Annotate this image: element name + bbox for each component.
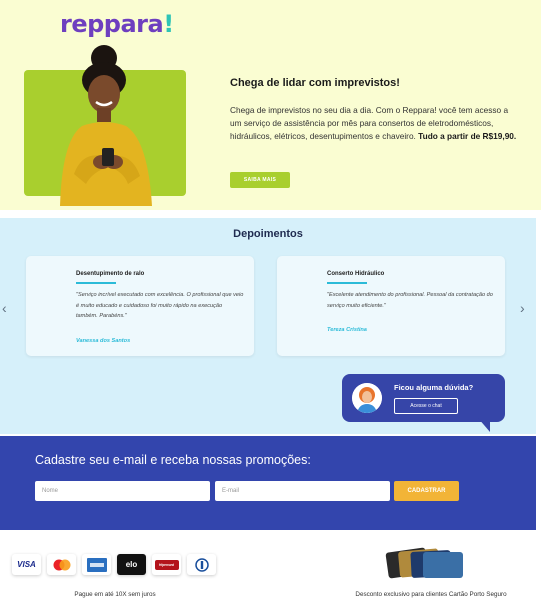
testimonial-title-underline [76, 282, 116, 284]
support-agent-avatar [352, 383, 382, 413]
testimonial-author: Vanessa dos Santos [76, 338, 131, 344]
hero-title: Chega de lidar com imprevistos! [230, 77, 400, 89]
testimonials-title: Depoimentos [233, 228, 303, 240]
cadastrar-button[interactable]: CADASTRAR [394, 481, 459, 501]
testimonial-service-title: Desentupimento de ralo [76, 271, 145, 277]
porto-seguro-cards-icon [385, 547, 463, 579]
carousel-next-arrow-icon[interactable]: › [520, 300, 525, 316]
payments-section: VISA elo Hipercard Pague em até 10X sem … [0, 530, 541, 614]
porto-discount-text: Desconto exclusivo para clientes Cartão … [355, 591, 507, 598]
hero-price-text: Tudo a partir de R$19,90. [418, 131, 517, 141]
installments-text: Pague em até 10X sem juros [74, 591, 156, 598]
newsletter-title: Cadastre seu e-mail e receba nossas prom… [35, 453, 311, 467]
page: reppara! Chega de lidar com imprevistos!… [0, 0, 541, 614]
logo-text: reppara [60, 10, 164, 38]
saiba-mais-button[interactable]: SAIBA MAIS [230, 172, 290, 188]
carousel-prev-arrow-icon[interactable]: ‹ [2, 300, 7, 316]
testimonial-quote: "Serviço incrível executado com excelênc… [76, 292, 244, 319]
woman-with-phone-image [60, 45, 152, 206]
hero-section: reppara! Chega de lidar com imprevistos!… [0, 0, 541, 210]
testimonial-card: Conserto Hidráulico "Excelente atendimen… [277, 256, 505, 356]
hero-description: Chega de imprevistos no seu dia a dia. C… [230, 104, 520, 143]
hipercard-label: Hipercard [159, 562, 174, 567]
newsletter-section: Cadastre seu e-mail e receba nossas prom… [0, 436, 536, 530]
amex-icon [82, 554, 111, 575]
logo-mark: ! [163, 10, 174, 38]
testimonial-author: Tereza Cristina [327, 327, 367, 333]
visa-label: VISA [17, 560, 36, 569]
reppara-logo[interactable]: reppara! [60, 10, 174, 38]
chat-question: Ficou alguma dúvida? [394, 383, 474, 392]
diners-icon [187, 554, 216, 575]
mastercard-icon [47, 554, 76, 575]
name-input[interactable]: Nome [35, 481, 210, 501]
hipercard-icon: Hipercard [152, 554, 181, 575]
testimonial-title-underline [327, 282, 367, 284]
chat-widget[interactable]: Ficou alguma dúvida? Acesse o chat [342, 374, 505, 422]
testimonial-quote: "Excelente atendimento do profissional. … [327, 292, 493, 309]
support-agent-icon [352, 383, 382, 413]
visa-icon: VISA [12, 554, 41, 575]
testimonial-card: Desentupimento de ralo "Serviço incrível… [26, 256, 254, 356]
elo-label: elo [125, 560, 138, 569]
open-chat-button[interactable]: Acesse o chat [394, 398, 458, 414]
chat-bubble-tail [478, 418, 490, 432]
testimonial-service-title: Conserto Hidráulico [327, 271, 385, 277]
email-input[interactable]: E-mail [215, 481, 390, 501]
elo-icon: elo [117, 554, 146, 575]
